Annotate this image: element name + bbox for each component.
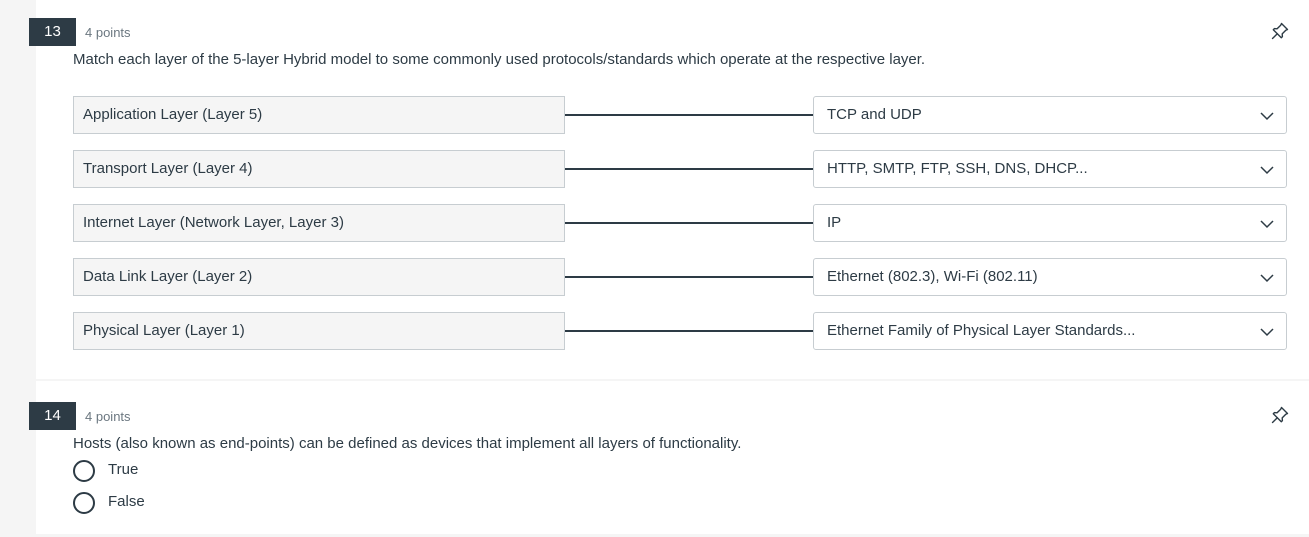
pin-icon[interactable] [1270,21,1290,41]
question-text: Hosts (also known as end-points) can be … [73,435,742,452]
chevron-down-icon [1260,112,1274,121]
select-value: Ethernet Family of Physical Layer Standa… [827,322,1136,339]
select-value: TCP and UDP [827,106,922,123]
match-answer-select[interactable]: IP [813,204,1287,242]
match-prompt: Internet Layer (Network Layer, Layer 3) [73,204,565,242]
match-prompt: Application Layer (Layer 5) [73,96,565,134]
match-prompt: Transport Layer (Layer 4) [73,150,565,188]
match-row: Application Layer (Layer 5) TCP and UDP [0,96,1309,134]
radio-button[interactable] [73,492,95,514]
answer-option-true[interactable]: True [73,459,193,483]
question-number-badge: 14 [29,402,76,430]
match-row: Data Link Layer (Layer 2) Ethernet (802.… [0,258,1309,296]
radio-button[interactable] [73,460,95,482]
question-points: 4 points [85,409,131,424]
question-card-14 [36,381,1309,534]
match-prompt: Data Link Layer (Layer 2) [73,258,565,296]
match-answer-select[interactable]: HTTP, SMTP, FTP, SSH, DNS, DHCP... [813,150,1287,188]
select-value: HTTP, SMTP, FTP, SSH, DNS, DHCP... [827,160,1088,177]
match-connector-line [565,330,813,332]
question-number-badge: 13 [29,18,76,46]
match-answer-select[interactable]: Ethernet Family of Physical Layer Standa… [813,312,1287,350]
match-row: Physical Layer (Layer 1) Ethernet Family… [0,312,1309,350]
chevron-down-icon [1260,274,1274,283]
match-prompt: Physical Layer (Layer 1) [73,312,565,350]
chevron-down-icon [1260,328,1274,337]
match-answer-select[interactable]: Ethernet (802.3), Wi-Fi (802.11) [813,258,1287,296]
option-label: True [108,461,139,478]
select-value: IP [827,214,842,231]
pin-icon[interactable] [1270,405,1290,425]
match-row: Transport Layer (Layer 4) HTTP, SMTP, FT… [0,150,1309,188]
question-text: Match each layer of the 5-layer Hybrid m… [73,51,926,68]
answer-option-false[interactable]: False [73,491,193,515]
match-connector-line [565,222,813,224]
chevron-down-icon [1260,166,1274,175]
match-row: Internet Layer (Network Layer, Layer 3) … [0,204,1309,242]
select-value: Ethernet (802.3), Wi-Fi (802.11) [827,268,1038,285]
match-answer-select[interactable]: TCP and UDP [813,96,1287,134]
match-connector-line [565,114,813,116]
match-connector-line [565,276,813,278]
chevron-down-icon [1260,220,1274,229]
question-points: 4 points [85,25,131,40]
match-connector-line [565,168,813,170]
option-label: False [108,493,145,510]
